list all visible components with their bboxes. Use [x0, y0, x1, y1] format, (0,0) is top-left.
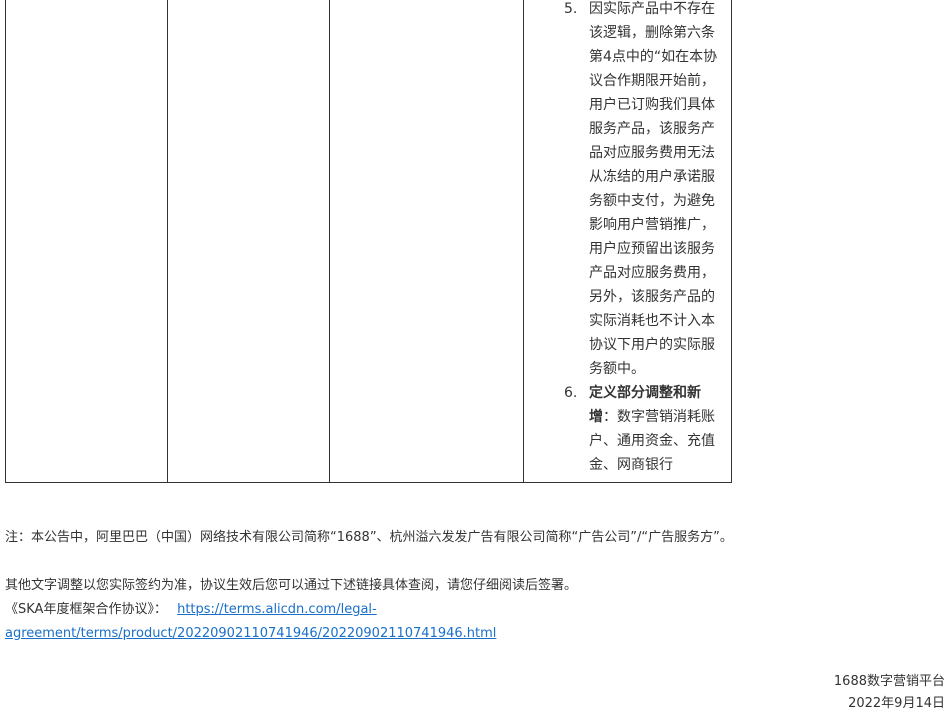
table-cell — [329, 0, 524, 483]
agreement-label: 《SKA年度框架合作协议》： — [5, 602, 167, 617]
list-item: 5. 因实际产品中不存在该逻辑，删除第六条第4点中的“如在本协议合作期限开始前，… — [524, 0, 731, 381]
note-text: 注：本公告中，阿里巴巴（中国）网络技术有限公司简称“1688”、杭州溢六发发广告… — [5, 530, 733, 545]
agreement-line: 《SKA年度框架合作协议》： https://terms.alicdn.com/… — [5, 598, 377, 622]
signature-org: 1688数字营销平台 — [833, 674, 945, 689]
changes-cell: 5. 因实际产品中不存在该逻辑，删除第六条第4点中的“如在本协议合作期限开始前，… — [523, 0, 732, 483]
list-item: 6. 定义部分调整和新增：数字营销消耗账户、通用资金、充值金、网商银行 — [524, 381, 731, 477]
list-item-text: ：数字营销消耗账户、通用资金、充值金、网商银行 — [589, 409, 715, 473]
list-item-number: 6. — [564, 385, 578, 401]
agreement-link-continued[interactable]: agreement/terms/product/2022090211074194… — [5, 626, 496, 641]
changes-table: 5. 因实际产品中不存在该逻辑，删除第六条第4点中的“如在本协议合作期限开始前，… — [5, 0, 732, 483]
agreement-link[interactable]: https://terms.alicdn.com/legal- — [177, 602, 377, 617]
list-item-text: 因实际产品中不存在该逻辑，删除第六条第4点中的“如在本协议合作期限开始前，用户已… — [589, 1, 718, 377]
other-text: 其他文字调整以您实际签约为准，协议生效后您可以通过下述链接具体查阅，请您仔细阅读… — [5, 578, 578, 593]
table-cell — [167, 0, 330, 483]
table-cell — [5, 0, 168, 483]
list-item-number: 5. — [564, 1, 578, 17]
agreement-link-continued-line: agreement/terms/product/2022090211074194… — [5, 622, 496, 646]
change-list: 5. 因实际产品中不存在该逻辑，删除第六条第4点中的“如在本协议合作期限开始前，… — [524, 0, 731, 477]
table-row: 5. 因实际产品中不存在该逻辑，删除第六条第4点中的“如在本协议合作期限开始前，… — [5, 0, 732, 483]
signature-date: 2022年9月14日 — [848, 696, 945, 711]
